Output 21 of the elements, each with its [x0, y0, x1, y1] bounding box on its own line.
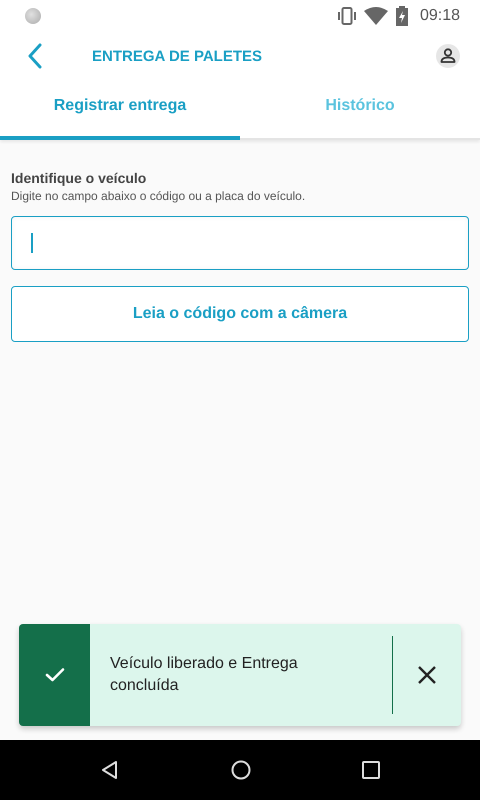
notification-dot-icon	[25, 8, 41, 24]
clock-time: 09:18	[420, 7, 460, 25]
tab[interactable]: Registrar entrega	[0, 80, 240, 140]
camera-scan-button[interactable]: Leia o código com a câmera	[11, 286, 469, 342]
screen-title: ENTREGA DE PALETES	[92, 48, 264, 64]
back-icon[interactable]	[27, 43, 43, 69]
back-triangle-icon[interactable]	[100, 760, 120, 780]
vibrate-icon	[338, 6, 356, 26]
battery-charging-icon	[396, 6, 408, 26]
wifi-icon	[364, 7, 388, 25]
user-avatar-icon[interactable]	[436, 44, 460, 68]
recents-square-icon[interactable]	[362, 761, 380, 779]
tab[interactable]: Histórico	[240, 80, 480, 140]
home-circle-icon[interactable]	[231, 760, 251, 780]
toast-message: Veículo liberado e Entrega concluída	[109, 654, 299, 696]
check-icon	[44, 667, 64, 683]
text-cursor	[31, 233, 33, 253]
section-title: Identifique o veículo	[11, 170, 148, 186]
hint-text: Digite no campo abaixo o código ou a placa do veículo.	[11, 189, 306, 203]
vehicle-input-field[interactable]	[11, 216, 469, 270]
close-icon[interactable]	[417, 665, 437, 685]
